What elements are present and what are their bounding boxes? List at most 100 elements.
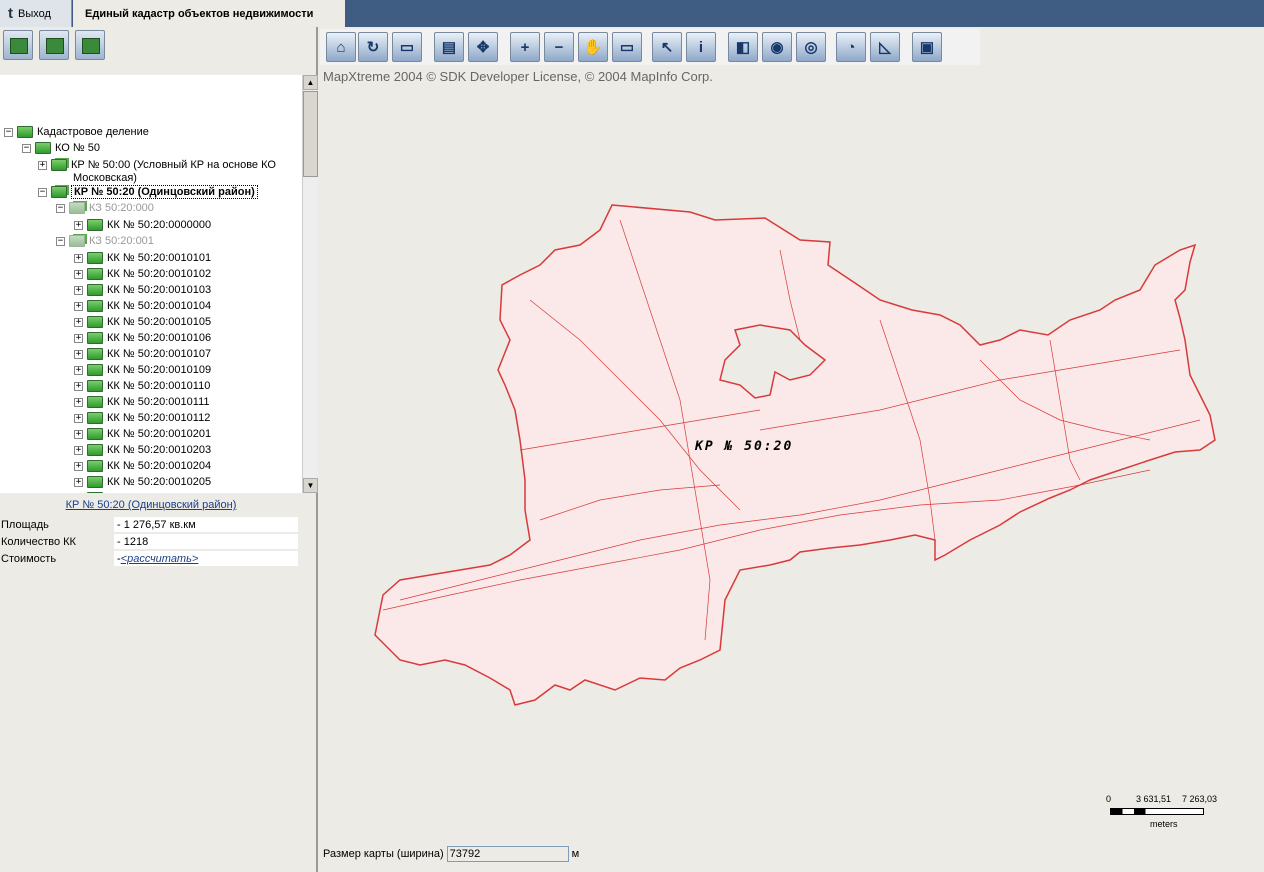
- refresh-icon[interactable]: ↻: [358, 32, 388, 62]
- tree-label: КК № 50:20:0000000: [107, 219, 212, 231]
- tree-kk-item[interactable]: + КК № 50:20:0010110: [74, 378, 210, 394]
- scroll-up-icon[interactable]: ▲: [303, 75, 318, 90]
- expand-icon[interactable]: +: [74, 413, 83, 423]
- tree-label: КК № 50:20:0010103: [107, 284, 212, 296]
- layers-icon[interactable]: ◔: [836, 32, 866, 62]
- tree-kk-item[interactable]: + КК № 50:20:0010102: [74, 266, 211, 282]
- expand-icon[interactable]: +: [74, 397, 83, 407]
- pan-arrows-icon[interactable]: ✥: [468, 32, 498, 62]
- collapse-icon[interactable]: −: [56, 203, 65, 213]
- tree-scrollbar[interactable]: ▲ ▼: [302, 75, 318, 493]
- region-polygon[interactable]: [374, 204, 1216, 706]
- tree-kk-item[interactable]: + КК № 50:20:0010201: [74, 426, 211, 442]
- tree-ko[interactable]: − КО № 50: [22, 140, 100, 156]
- expand-icon[interactable]: +: [74, 477, 83, 487]
- scroll-thumb[interactable]: [303, 91, 318, 177]
- folder-icon: [51, 159, 67, 171]
- ruler-icon[interactable]: ▭: [612, 32, 642, 62]
- tree-root[interactable]: − Кадастровое деление: [4, 124, 149, 140]
- collapse-icon[interactable]: −: [4, 127, 13, 137]
- expand-icon[interactable]: +: [74, 429, 83, 439]
- tree-kk-item[interactable]: + КК № 50:20:0010112: [74, 410, 210, 426]
- info-title-link[interactable]: КР № 50:20 (Одинцовский район): [0, 499, 302, 511]
- expand-icon[interactable]: +: [74, 349, 83, 359]
- app-title-tab[interactable]: Единый кадастр объектов недвижимости: [73, 0, 345, 27]
- folder-list-icon[interactable]: [39, 30, 69, 60]
- folder-icon: [69, 235, 85, 247]
- expand-icon[interactable]: +: [38, 160, 47, 170]
- info-icon[interactable]: i: [686, 32, 716, 62]
- tree-kk-item[interactable]: + КК № 50:20:0010107: [74, 346, 211, 362]
- tree-label: КК № 50:20:0010105: [107, 316, 212, 328]
- tree-kk-item[interactable]: +КК № 50:20:0010206: [74, 490, 211, 493]
- scroll-down-icon[interactable]: ▼: [303, 478, 318, 493]
- folder-icon: [87, 252, 103, 264]
- tree-kk-item[interactable]: + КК № 50:20:0010104: [74, 298, 211, 314]
- tree-kk-0000000[interactable]: + КК № 50:20:0000000: [74, 217, 211, 233]
- tree-label: КЗ 50:20:000: [89, 202, 154, 214]
- app-title: Единый кадастр объектов недвижимости: [85, 7, 314, 20]
- collapse-icon[interactable]: −: [38, 187, 47, 197]
- scale-bar: 0 3 631,51 7 263,03 meters: [1104, 794, 1224, 834]
- folder-tree-icon[interactable]: [3, 30, 33, 60]
- scale-label-1: 3 631,51: [1136, 794, 1172, 804]
- camera-icon[interactable]: ◉: [762, 32, 792, 62]
- zoom-in-icon[interactable]: +: [510, 32, 540, 62]
- expand-icon[interactable]: +: [74, 269, 83, 279]
- expand-icon[interactable]: +: [74, 285, 83, 295]
- zoom-out-icon[interactable]: −: [544, 32, 574, 62]
- expand-icon[interactable]: +: [74, 445, 83, 455]
- expand-icon[interactable]: +: [74, 365, 83, 375]
- collapse-icon[interactable]: −: [56, 236, 65, 246]
- tree-kr-50-20[interactable]: − КР № 50:20 (Одинцовский район): [38, 184, 258, 200]
- window-icon[interactable]: ◧: [728, 32, 758, 62]
- calculate-link[interactable]: <рассчитать>: [121, 553, 199, 565]
- tree-label: КК № 50:20:0010112: [107, 412, 211, 424]
- folder-icon: [87, 364, 103, 376]
- tree-kk-item[interactable]: + КК № 50:20:0010106: [74, 330, 211, 346]
- tree-kk-item[interactable]: + КК № 50:20:0010205: [74, 474, 211, 490]
- tree-kz-001[interactable]: − КЗ 50:20:001: [56, 233, 154, 249]
- collapse-icon[interactable]: −: [22, 143, 31, 153]
- home-icon[interactable]: ⌂: [326, 32, 356, 62]
- tree-kk-item[interactable]: + КК № 50:20:0010105: [74, 314, 211, 330]
- expand-icon[interactable]: +: [74, 253, 83, 263]
- folder-icon: [35, 142, 51, 154]
- scale-ruler: [1110, 808, 1204, 815]
- expand-icon[interactable]: +: [74, 317, 83, 327]
- folder-icon: [87, 444, 103, 456]
- cadastral-tree[interactable]: − Кадастровое деление − КО № 50 + КР № 5…: [0, 75, 302, 493]
- tree-label: КК № 50:20:0010203: [107, 444, 212, 456]
- map-canvas[interactable]: [320, 86, 1264, 836]
- tree-kk-item[interactable]: + КК № 50:20:0010109: [74, 362, 211, 378]
- tree-kk-item[interactable]: + КК № 50:20:0010203: [74, 442, 211, 458]
- measure-icon[interactable]: ◺: [870, 32, 900, 62]
- search-document-icon[interactable]: [75, 30, 105, 60]
- scale-label-0: 0: [1106, 794, 1112, 804]
- expand-icon[interactable]: +: [74, 220, 83, 230]
- tree-kk-item[interactable]: + КК № 50:20:0010101: [74, 250, 211, 266]
- save-icon[interactable]: ▣: [912, 32, 942, 62]
- tree-kz-000[interactable]: − КЗ 50:20:000: [56, 200, 154, 216]
- camera-settings-icon[interactable]: ◎: [796, 32, 826, 62]
- hand-icon[interactable]: ✋: [578, 32, 608, 62]
- tree-label: КК № 50:20:0010111: [107, 396, 210, 408]
- exit-tab[interactable]: t Выход: [0, 0, 72, 27]
- monitor-icon[interactable]: ▭: [392, 32, 422, 62]
- expand-icon[interactable]: +: [74, 381, 83, 391]
- tree-kk-item[interactable]: + КК № 50:20:0010111: [74, 394, 210, 410]
- folder-icon: [87, 380, 103, 392]
- tree-kk-item[interactable]: + КК № 50:20:0010103: [74, 282, 211, 298]
- folder-icon: [69, 202, 85, 214]
- map-size-input[interactable]: 73792: [446, 846, 569, 862]
- tree-label: КК № 50:20:0010206: [107, 492, 211, 493]
- area-value: - 1 276,57 кв.км: [114, 517, 298, 532]
- expand-icon[interactable]: +: [74, 301, 83, 311]
- print-icon[interactable]: ▤: [434, 32, 464, 62]
- pointer-icon[interactable]: ↖: [652, 32, 682, 62]
- expand-icon[interactable]: +: [74, 461, 83, 471]
- tree-kk-item[interactable]: + КК № 50:20:0010204: [74, 458, 211, 474]
- count-row: Количество КК - 1218: [0, 533, 298, 550]
- tree-label: КК № 50:20:0010205: [107, 476, 212, 488]
- expand-icon[interactable]: +: [74, 333, 83, 343]
